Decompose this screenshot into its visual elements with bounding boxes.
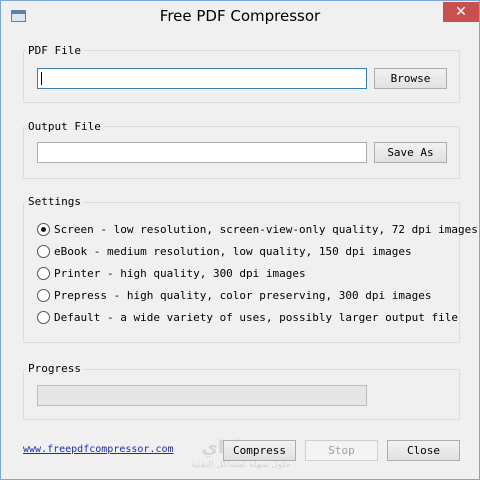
text-caret bbox=[41, 72, 42, 85]
close-icon: ✕ bbox=[455, 4, 467, 20]
title-bar[interactable]: Free PDF Compressor ✕ bbox=[1, 1, 479, 32]
radio-label: Printer - high quality, 300 dpi images bbox=[54, 266, 306, 280]
radio-prepress[interactable]: Prepress - high quality, color preservin… bbox=[37, 287, 432, 303]
radio-default[interactable]: Default - a wide variety of uses, possib… bbox=[37, 309, 458, 325]
pdf-file-field[interactable] bbox=[38, 69, 366, 88]
window-close-button[interactable]: ✕ bbox=[443, 2, 479, 22]
radio-button-icon[interactable] bbox=[37, 288, 50, 302]
radio-button-icon[interactable] bbox=[37, 222, 50, 236]
app-window: Free PDF Compressor ✕ PDF File Browse Ou… bbox=[0, 0, 480, 480]
browse-button[interactable]: Browse bbox=[374, 68, 447, 89]
settings-label: Settings bbox=[26, 195, 83, 208]
progress-bar bbox=[37, 385, 367, 406]
progress-label: Progress bbox=[26, 362, 83, 375]
window-title: Free PDF Compressor bbox=[159, 7, 321, 25]
output-file-label: Output File bbox=[26, 120, 103, 133]
output-file-input[interactable] bbox=[37, 142, 367, 163]
stop-button[interactable]: Stop bbox=[305, 440, 378, 461]
radio-label: Prepress - high quality, color preservin… bbox=[54, 288, 432, 302]
pdf-file-label: PDF File bbox=[26, 44, 83, 57]
save-as-button[interactable]: Save As bbox=[374, 142, 447, 163]
close-button[interactable]: Close bbox=[387, 440, 460, 461]
radio-ebook[interactable]: eBook - medium resolution, low quality, … bbox=[37, 243, 412, 259]
pdf-file-input[interactable] bbox=[37, 68, 367, 89]
radio-button-icon[interactable] bbox=[37, 266, 50, 280]
radio-button-icon[interactable] bbox=[37, 310, 50, 324]
compress-button[interactable]: Compress bbox=[223, 440, 296, 461]
watermark-tagline-text: حلول سهلة لمشاكل التقنية bbox=[191, 460, 291, 470]
radio-label: Default - a wide variety of uses, possib… bbox=[54, 310, 458, 324]
radio-label: Screen - low resolution, screen-view-onl… bbox=[54, 222, 478, 236]
radio-printer[interactable]: Printer - high quality, 300 dpi images bbox=[37, 265, 306, 281]
radio-label: eBook - medium resolution, low quality, … bbox=[54, 244, 412, 258]
radio-screen[interactable]: Screen - low resolution, screen-view-onl… bbox=[37, 221, 478, 237]
radio-button-icon[interactable] bbox=[37, 244, 50, 258]
output-file-field[interactable] bbox=[38, 143, 366, 162]
